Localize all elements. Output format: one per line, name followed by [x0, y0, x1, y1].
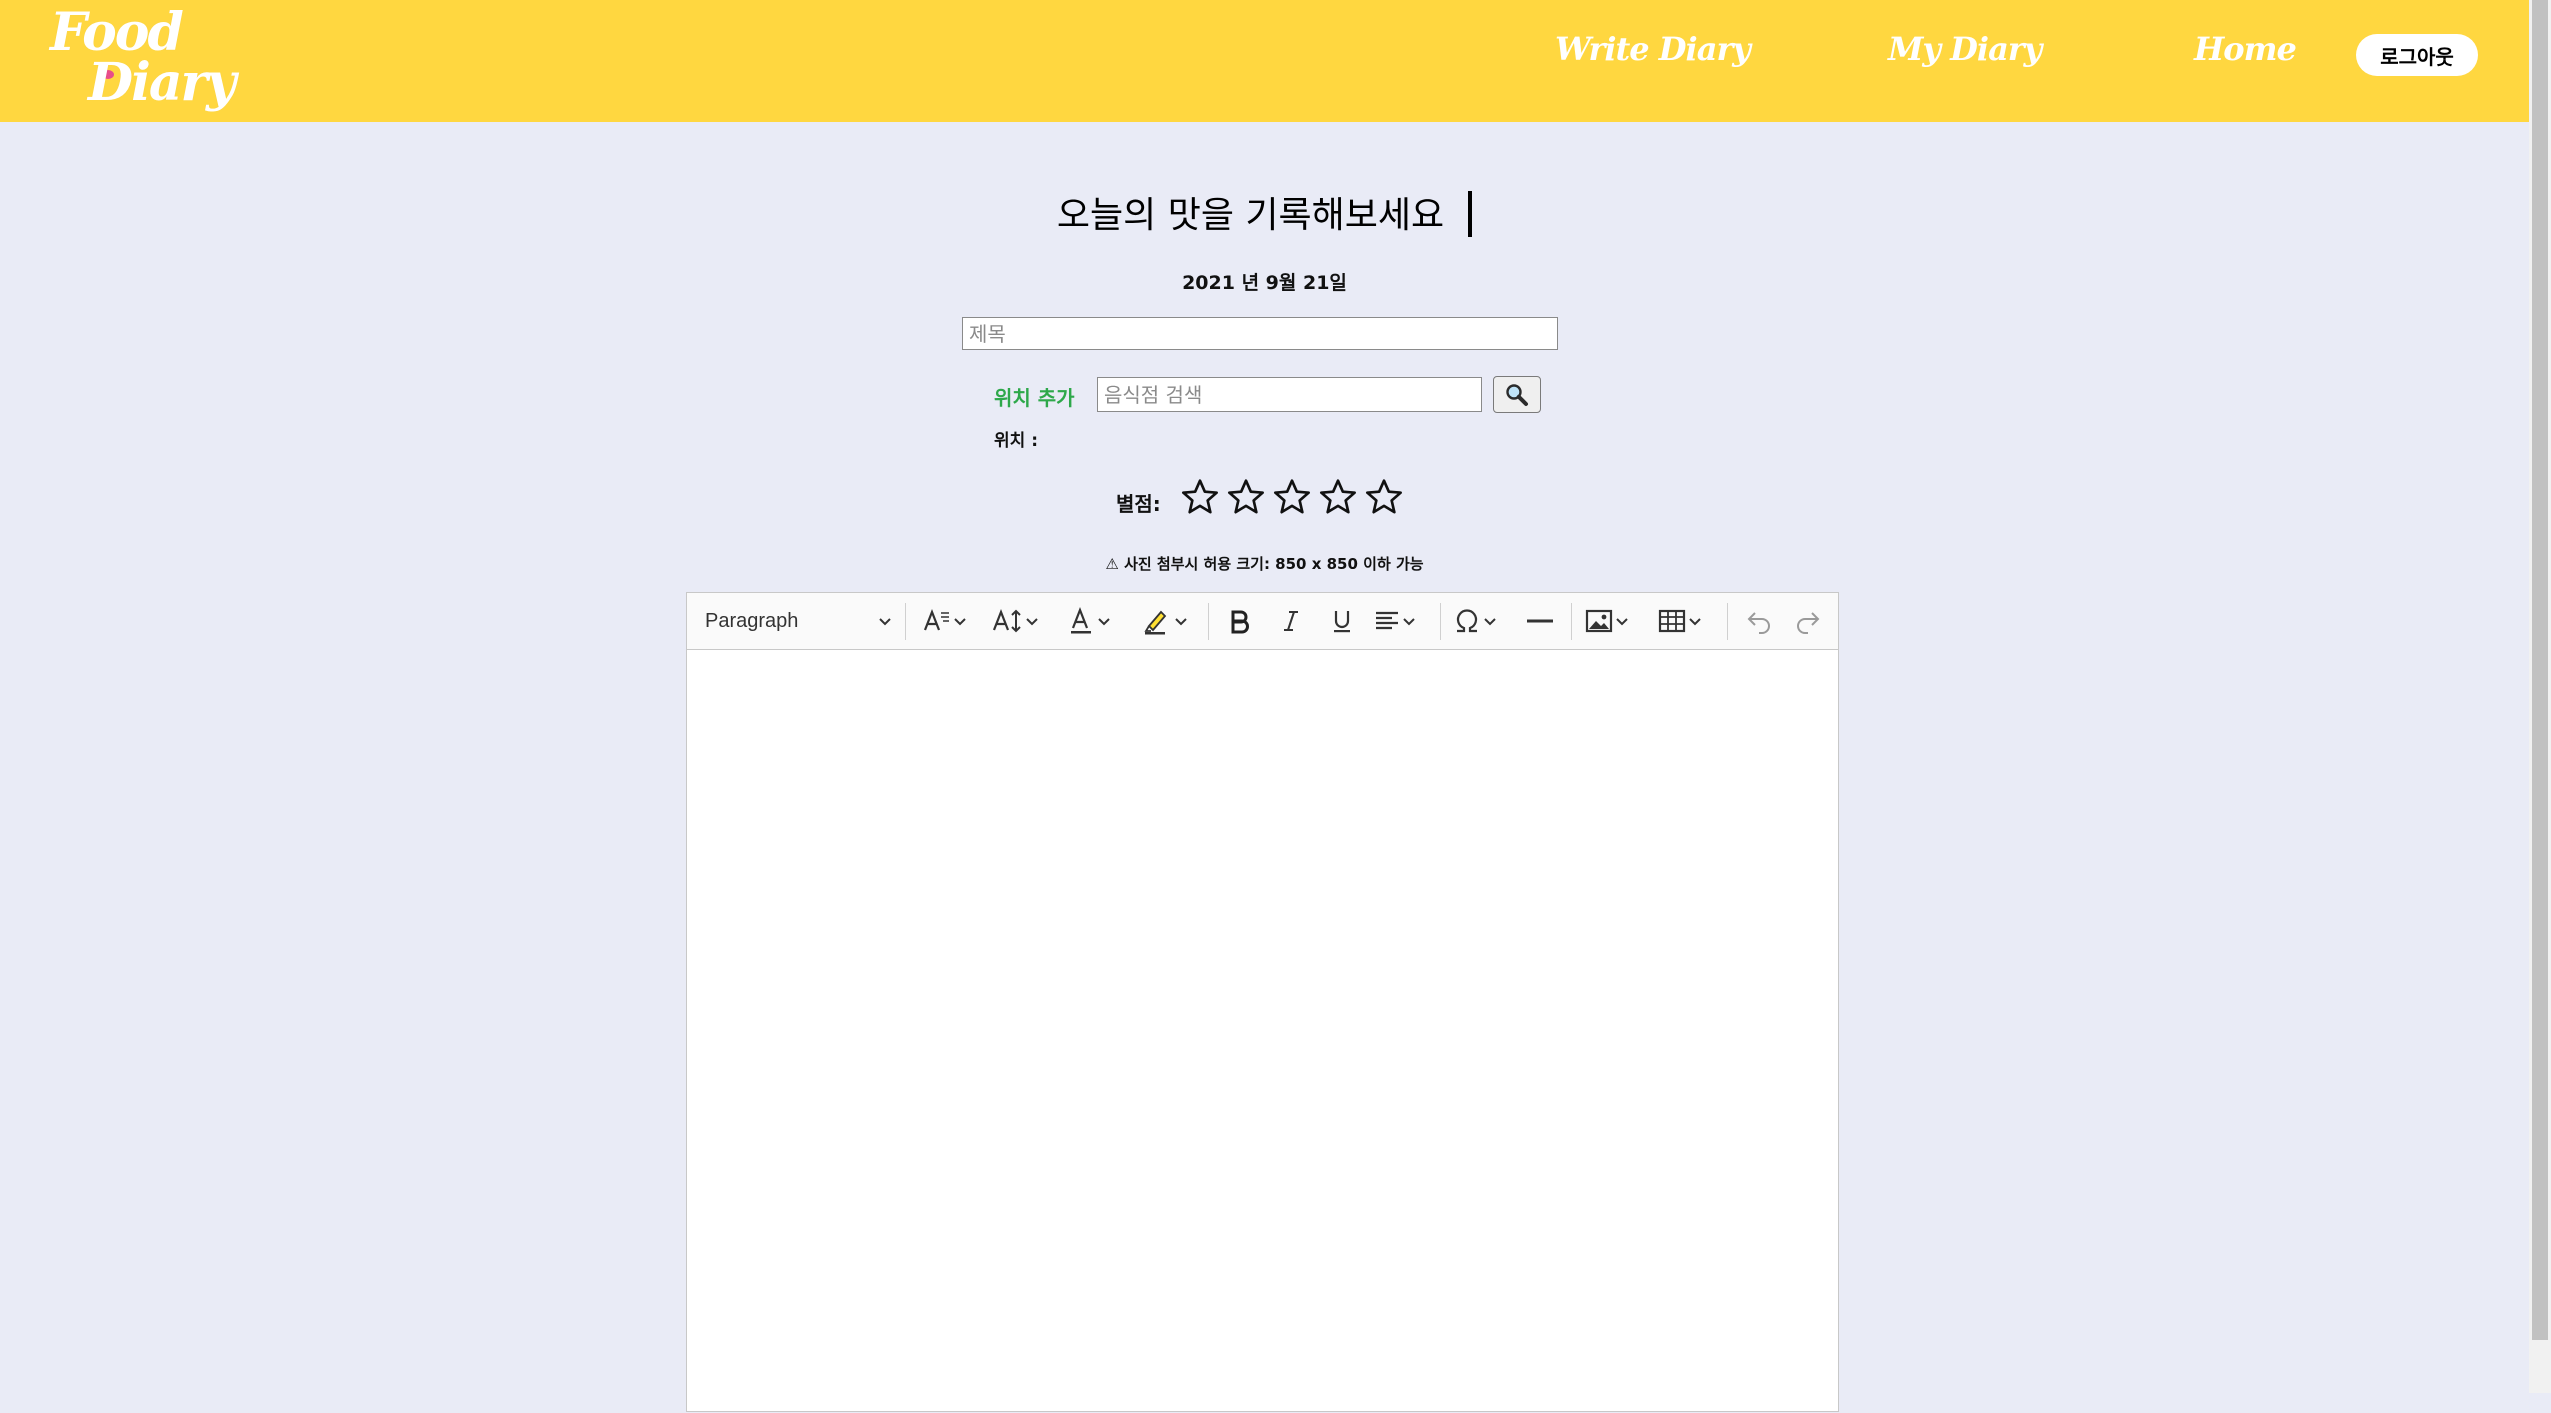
location-result: 위치 :	[994, 426, 1038, 451]
italic-icon	[1284, 611, 1298, 631]
location-result-label: 위치 :	[994, 431, 1038, 451]
chevron-down-icon	[1098, 618, 1110, 626]
undo-button[interactable]	[1739, 593, 1779, 649]
rich-text-editor: Paragraph	[686, 592, 1839, 1412]
underline-button[interactable]	[1322, 593, 1362, 649]
insert-table-icon	[1658, 609, 1686, 633]
bold-button[interactable]	[1220, 593, 1260, 649]
star-5-icon[interactable]	[1364, 476, 1404, 518]
underline-icon	[1334, 611, 1350, 633]
magnifier-icon	[1506, 383, 1528, 406]
chevron-down-icon	[1689, 618, 1701, 626]
redo-icon	[1797, 612, 1820, 634]
star-4-icon[interactable]	[1318, 476, 1358, 518]
nav-link-my-diary[interactable]: My Diary	[1888, 30, 2042, 68]
typing-caret	[1468, 191, 1473, 237]
title-input[interactable]	[962, 317, 1558, 350]
insert-image-dropdown[interactable]	[1584, 593, 1642, 649]
font-color-icon	[1071, 606, 1091, 634]
add-location-button[interactable]: 위치 추가	[994, 382, 1075, 411]
toolbar-separator	[905, 603, 906, 640]
toolbar-separator	[1440, 603, 1441, 640]
image-size-warning: ⚠ 사진 첨부시 허용 크기: 850 x 850 이하 가능	[1105, 555, 1424, 573]
italic-button[interactable]	[1271, 593, 1311, 649]
top-navbar: Food Diary Write Diary My Diary Home 로그아…	[0, 0, 2529, 122]
align-icon	[1376, 611, 1398, 630]
bold-icon	[1231, 610, 1249, 634]
rating-stars	[1180, 476, 1404, 522]
paragraph-format-label: Paragraph	[705, 609, 799, 632]
highlight-icon	[1144, 610, 1167, 635]
rating-label: 별점:	[1116, 492, 1161, 516]
editor-toolbar: Paragraph	[687, 593, 1838, 650]
food-diary-logo[interactable]: Food Diary	[50, 2, 236, 120]
toolbar-separator	[1727, 603, 1728, 640]
restaurant-search-input[interactable]	[1097, 377, 1482, 412]
alignment-dropdown[interactable]	[1373, 593, 1429, 649]
horizontal-line-button[interactable]	[1520, 593, 1560, 649]
special-characters-icon	[1456, 609, 1478, 633]
special-characters-dropdown[interactable]	[1452, 593, 1510, 649]
chevron-down-icon	[1484, 618, 1496, 626]
font-size-dropdown[interactable]	[992, 593, 1050, 649]
highlight-dropdown[interactable]	[1141, 593, 1201, 649]
page-title-text: 오늘의 맛을 기록해보세요	[1056, 195, 1445, 236]
editor-content-area[interactable]	[687, 650, 1838, 1413]
chevron-down-icon	[879, 618, 891, 626]
star-2-icon[interactable]	[1226, 476, 1266, 518]
diary-date: 2021 년 9월 21일	[1182, 272, 1347, 294]
star-3-icon[interactable]	[1272, 476, 1312, 518]
insert-image-icon	[1585, 609, 1613, 633]
horizontal-line-icon	[1527, 619, 1553, 623]
chevron-down-icon	[1403, 618, 1415, 626]
page-title: 오늘의 맛을 기록해보세요	[0, 186, 2529, 238]
nav-link-home[interactable]: Home	[2194, 30, 2297, 68]
restaurant-search-button[interactable]	[1493, 376, 1541, 413]
chevron-down-icon	[1616, 618, 1628, 626]
nav-link-write-diary[interactable]: Write Diary	[1555, 30, 1751, 68]
page-scrollbar-thumb[interactable]	[2532, 0, 2548, 1340]
font-family-icon	[923, 608, 949, 631]
logout-button[interactable]: 로그아웃	[2356, 34, 2478, 76]
toolbar-separator	[1571, 603, 1572, 640]
chevron-down-icon	[1175, 618, 1187, 626]
redo-button[interactable]	[1788, 593, 1828, 649]
font-family-dropdown[interactable]	[922, 593, 978, 649]
star-1-icon[interactable]	[1180, 476, 1220, 518]
chevron-down-icon	[954, 618, 966, 626]
font-size-icon	[992, 608, 1021, 633]
undo-icon	[1747, 612, 1770, 634]
font-color-dropdown[interactable]	[1066, 593, 1122, 649]
insert-table-dropdown[interactable]	[1657, 593, 1715, 649]
chevron-down-icon	[1026, 618, 1038, 626]
toolbar-separator	[1208, 603, 1209, 640]
paragraph-format-dropdown[interactable]: Paragraph	[705, 593, 905, 649]
logo-text-diary: Diary	[88, 52, 236, 113]
